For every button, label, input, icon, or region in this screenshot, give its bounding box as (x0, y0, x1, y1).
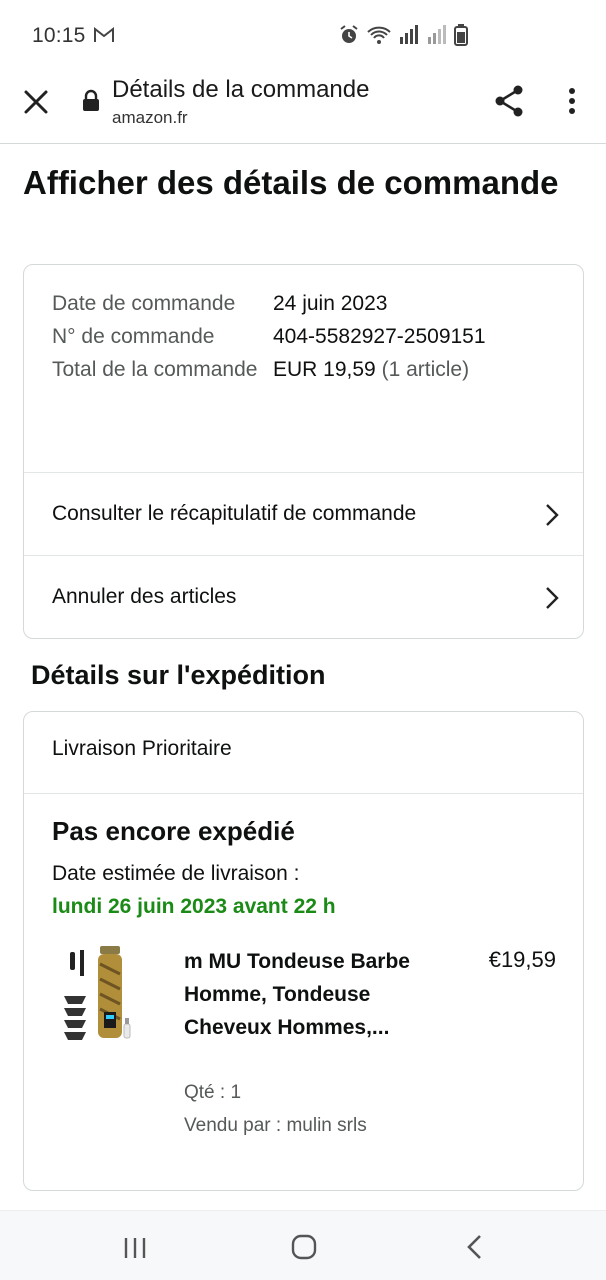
order-info: Date de commande 24 juin 2023 N° de comm… (52, 287, 562, 386)
page-heading: Afficher des détails de commande (23, 164, 559, 201)
delivery-estimate-date: lundi 26 juin 2023 avant 22 h (52, 895, 336, 918)
recent-apps-icon (124, 1238, 146, 1258)
product-image[interactable] (60, 944, 140, 1054)
order-total-count: (1 article) (381, 358, 470, 381)
lock-icon (81, 89, 101, 118)
order-total-amount: EUR 19,59 (273, 358, 376, 381)
share-icon (495, 85, 523, 117)
cancel-items-link[interactable]: Annuler des articles (24, 555, 583, 638)
delivery-estimate-label: Date estimée de livraison : (52, 862, 300, 885)
signal-icon (398, 25, 420, 50)
order-number-row: N° de commande 404-5582927-2509151 (52, 320, 562, 353)
order-number-label: N° de commande (52, 325, 215, 348)
order-total-value: EUR 19,59 (1 article) (273, 353, 469, 386)
status-time: 10:15 (32, 24, 86, 47)
browser-domain: amazon.fr (112, 108, 188, 127)
back-chevron-icon (467, 1235, 481, 1259)
chevron-right-icon (546, 587, 559, 609)
shipment-status: Pas encore expédié (52, 816, 295, 846)
system-navigation-bar (0, 1210, 606, 1280)
order-number-value: 404-5582927-2509151 (273, 325, 486, 348)
home-button[interactable] (290, 1233, 318, 1266)
share-button[interactable] (493, 84, 525, 118)
cancel-items-label: Annuler des articles (52, 585, 237, 608)
order-date-value: 24 juin 2023 (273, 292, 388, 315)
recent-apps-button[interactable] (122, 1235, 148, 1266)
close-button[interactable] (20, 86, 52, 118)
shipping-section-title: Détails sur l'expédition (31, 660, 326, 690)
order-info-card: Date de commande 24 juin 2023 N° de comm… (23, 264, 584, 639)
product-quantity: Qté : 1 (184, 1082, 242, 1103)
order-date-row: Date de commande 24 juin 2023 (52, 287, 562, 320)
product-title-link[interactable]: m MU Tondeuse Barbe Homme, Tondeuse Chev… (184, 945, 424, 1044)
shipment-card: Livraison Prioritaire Pas encore expédié… (23, 711, 584, 1191)
order-date-label: Date de commande (52, 292, 236, 315)
battery-icon (454, 24, 468, 51)
order-total-label: Total de la commande (52, 358, 258, 381)
order-total-row: Total de la commande EUR 19,59 (1 articl… (52, 353, 562, 386)
status-bar: 10:15 (0, 0, 606, 70)
browser-header: Détails de la commande amazon.fr (0, 70, 606, 144)
signal-icon (426, 25, 448, 50)
wifi-icon (366, 25, 392, 50)
order-summary-link[interactable]: Consulter le récapitulatif de commande (24, 472, 583, 555)
order-summary-label: Consulter le récapitulatif de commande (52, 502, 417, 525)
more-options-button[interactable] (562, 84, 582, 118)
gmail-icon (94, 26, 114, 48)
more-vertical-icon (569, 88, 575, 114)
shipping-method: Livraison Prioritaire (52, 737, 232, 760)
back-button[interactable] (465, 1234, 485, 1265)
home-icon (291, 1234, 317, 1260)
chevron-right-icon (546, 504, 559, 526)
status-icons (338, 24, 468, 51)
alarm-icon (338, 24, 360, 51)
browser-page-title: Détails de la commande (112, 76, 370, 103)
product-seller: Vendu par : mulin srls (184, 1115, 367, 1136)
product-price: €19,59 (488, 947, 556, 972)
close-icon (24, 90, 48, 114)
divider (24, 793, 583, 794)
